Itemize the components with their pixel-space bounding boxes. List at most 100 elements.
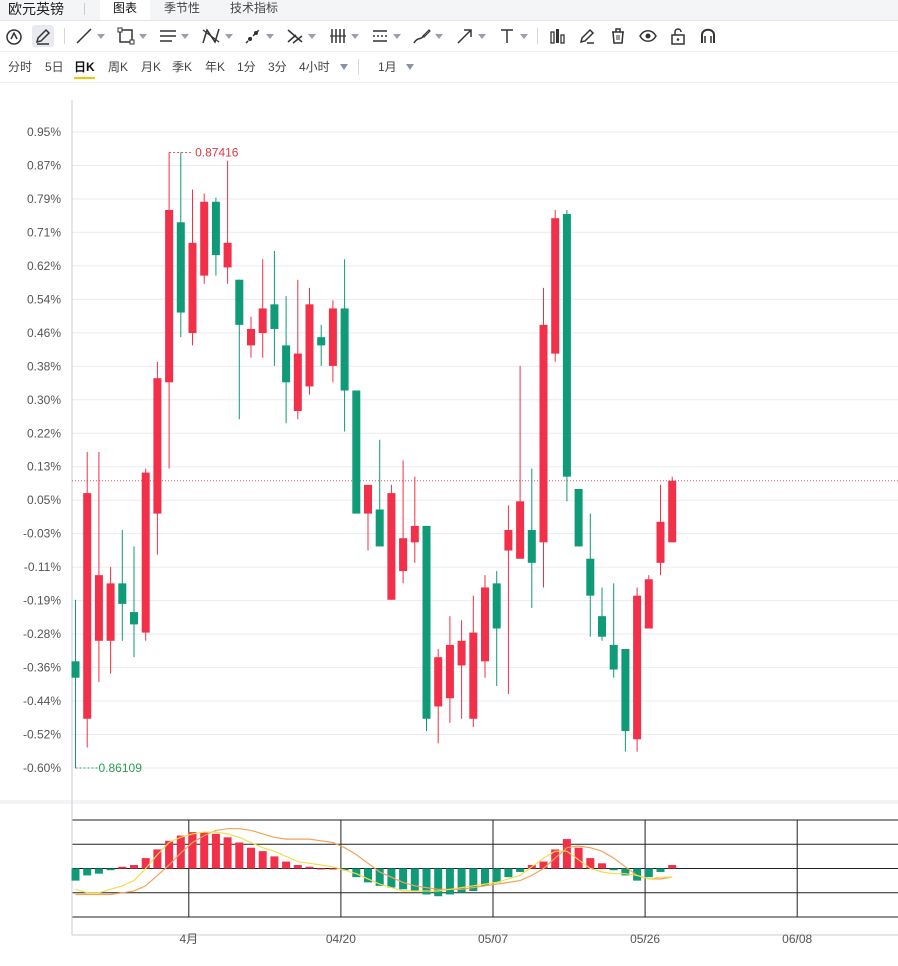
- candle[interactable]: [598, 616, 606, 637]
- macd-bar: [305, 866, 314, 869]
- candle[interactable]: [223, 242, 232, 268]
- candle[interactable]: [551, 218, 560, 354]
- bar-chart-icon[interactable]: [547, 25, 567, 47]
- pattern-tool-icon[interactable]: [200, 25, 233, 47]
- chevron-down-icon: [435, 33, 443, 39]
- candle[interactable]: [235, 279, 244, 325]
- candle[interactable]: [352, 390, 361, 514]
- candle[interactable]: [387, 493, 396, 600]
- candle[interactable]: [574, 488, 583, 547]
- candle[interactable]: [375, 509, 384, 547]
- edit-icon[interactable]: [577, 25, 597, 47]
- macd-bar: [445, 868, 454, 895]
- candle[interactable]: [539, 324, 548, 543]
- candle[interactable]: [188, 242, 197, 334]
- period-weekly[interactable]: 周K: [108, 59, 128, 77]
- cross-tool-icon[interactable]: [285, 25, 316, 47]
- candlestick-chart[interactable]: 0.95% 0.87% 0.79% 0.71% 0.62% 0.54% 0.46% 0.38%…: [0, 100, 898, 958]
- tab-chart[interactable]: 图表: [100, 0, 150, 20]
- candle[interactable]: [270, 304, 279, 329]
- candle[interactable]: [71, 661, 80, 678]
- candle[interactable]: [130, 612, 138, 625]
- candle[interactable]: [258, 308, 267, 334]
- chevron-down-icon[interactable]: [406, 64, 414, 70]
- candle[interactable]: [644, 579, 653, 629]
- x-tick-label: 06/08: [782, 932, 812, 946]
- unlock-icon[interactable]: [668, 25, 688, 47]
- candle[interactable]: [94, 575, 103, 641]
- range-selector[interactable]: 1月: [378, 59, 397, 77]
- rectangle-tool-icon[interactable]: [116, 25, 147, 47]
- candle[interactable]: [527, 530, 536, 563]
- candle[interactable]: [200, 201, 209, 276]
- candle[interactable]: [609, 644, 618, 670]
- tab-indicators[interactable]: 技术指标: [222, 0, 286, 20]
- candle[interactable]: [434, 657, 443, 707]
- candle[interactable]: [176, 222, 185, 313]
- candle[interactable]: [141, 472, 150, 633]
- candle[interactable]: [668, 480, 677, 543]
- candle[interactable]: [562, 214, 571, 477]
- period-intraday[interactable]: 分时: [8, 59, 32, 77]
- chevron-down-icon[interactable]: [340, 64, 348, 70]
- candle[interactable]: [504, 530, 513, 551]
- macd-bar: [141, 858, 150, 869]
- candle[interactable]: [364, 484, 372, 514]
- parallel-channel-icon[interactable]: [158, 25, 189, 47]
- period-1min[interactable]: 1分: [237, 59, 256, 77]
- candle[interactable]: [445, 644, 454, 699]
- candle[interactable]: [165, 209, 174, 383]
- brush-tool-icon[interactable]: [412, 25, 443, 47]
- candle[interactable]: [83, 493, 92, 719]
- candle[interactable]: [469, 632, 478, 719]
- fib-retracement-icon[interactable]: [328, 25, 359, 47]
- measure-tool-icon[interactable]: [370, 25, 401, 47]
- candle[interactable]: [293, 353, 302, 412]
- candle[interactable]: [328, 308, 337, 366]
- candle[interactable]: [153, 378, 162, 514]
- candle[interactable]: [516, 501, 525, 559]
- candle[interactable]: [317, 337, 326, 346]
- candle[interactable]: [118, 583, 127, 604]
- candle[interactable]: [211, 201, 220, 256]
- arrow-tool-icon[interactable]: [455, 25, 486, 47]
- period-4hour[interactable]: 4小时: [299, 59, 330, 77]
- candle[interactable]: [247, 328, 255, 346]
- text-tool-icon[interactable]: [497, 25, 528, 47]
- candle[interactable]: [621, 649, 630, 732]
- period-daily[interactable]: 日K: [74, 59, 95, 79]
- magnet-icon[interactable]: [4, 25, 24, 47]
- candle[interactable]: [633, 595, 642, 740]
- candle[interactable]: [106, 583, 115, 641]
- candle[interactable]: [410, 525, 419, 543]
- trash-icon[interactable]: [608, 25, 628, 47]
- low-price-label: 0.86109: [99, 761, 143, 775]
- candle[interactable]: [492, 583, 501, 629]
- period-monthly[interactable]: 月K: [141, 59, 161, 77]
- candle[interactable]: [340, 308, 349, 391]
- tab-seasonality[interactable]: 季节性: [154, 0, 210, 20]
- period-3min[interactable]: 3分: [268, 59, 287, 77]
- candle[interactable]: [305, 304, 314, 387]
- candle[interactable]: [422, 525, 431, 719]
- magnet-u-icon[interactable]: [698, 25, 718, 47]
- chevron-down-icon: [308, 33, 316, 39]
- candle[interactable]: [656, 521, 665, 563]
- period-5day[interactable]: 5日: [45, 59, 64, 77]
- macd-dif-line: [75, 828, 673, 896]
- candle[interactable]: [282, 345, 291, 383]
- candle[interactable]: [457, 640, 466, 666]
- period-yearly[interactable]: 年K: [205, 59, 225, 77]
- y-tick-label: 0.62%: [27, 259, 61, 273]
- period-quarterly[interactable]: 季K: [172, 59, 192, 77]
- divider: [537, 28, 538, 44]
- line-tool-icon[interactable]: [74, 25, 105, 47]
- candle[interactable]: [586, 558, 595, 596]
- macd-bar: [211, 833, 220, 869]
- candle[interactable]: [481, 587, 489, 662]
- eye-icon[interactable]: [638, 25, 658, 47]
- y-tick-label: 0.79%: [27, 192, 61, 206]
- candle[interactable]: [399, 538, 408, 572]
- pencil-icon[interactable]: [32, 25, 54, 47]
- ray-tool-icon[interactable]: [243, 25, 274, 47]
